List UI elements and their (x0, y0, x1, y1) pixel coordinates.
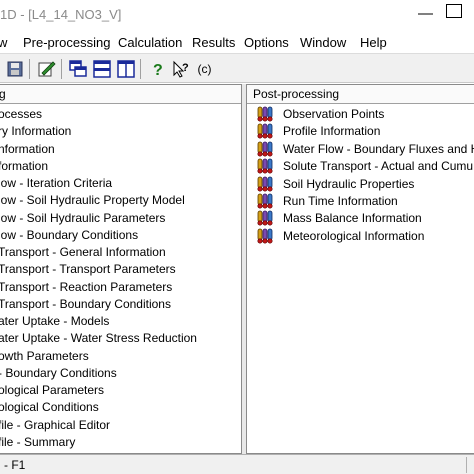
status-bar: - F1 (0, 454, 474, 474)
menu-options[interactable]: Options (244, 35, 289, 50)
pre-processing-item[interactable]: Transport - Reaction Parameters (0, 279, 172, 296)
question-mark-icon: ? (153, 62, 163, 78)
help-button[interactable]: ? (146, 57, 169, 80)
status-separator (466, 457, 467, 473)
pre-processing-item[interactable]: ry Information (0, 123, 71, 140)
post-processing-item[interactable]: Soil Hydraulic Properties (247, 176, 474, 193)
pre-processing-item[interactable]: owth Parameters (0, 348, 89, 365)
post-processing-item-label: Solute Transport - Actual and Cumu (283, 159, 474, 174)
workspace: g ocessesry Informationnformationformati… (0, 84, 474, 454)
post-processing-header: Post-processing (247, 85, 474, 104)
toolbar-separator (140, 59, 141, 79)
post-processing-item[interactable]: Observation Points (247, 106, 474, 123)
svg-text:?: ? (153, 62, 163, 78)
post-processing-item[interactable]: Water Flow - Boundary Fluxes and H (247, 141, 474, 158)
tile-horizontal-icon (92, 59, 111, 78)
post-processing-item-label: Mass Balance Information (283, 211, 422, 226)
thermometer-icon (257, 193, 273, 209)
thermometer-icon (257, 210, 273, 226)
pre-processing-item[interactable]: ocesses (0, 106, 42, 123)
pre-processing-item[interactable]: ater Uptake - Models (0, 313, 109, 330)
post-processing-item[interactable]: Run Time Information (247, 193, 474, 210)
status-text: - F1 (4, 458, 26, 472)
post-processing-item[interactable]: Mass Balance Information (247, 210, 474, 227)
pre-processing-item[interactable]: Transport - General Information (0, 244, 166, 261)
post-processing-pane: Post-processing Observation Points Profil… (246, 84, 474, 454)
post-processing-item-label: Soil Hydraulic Properties (283, 176, 415, 191)
maximize-icon[interactable] (446, 4, 462, 18)
save-icon (7, 61, 22, 76)
post-processing-item[interactable]: Profile Information (247, 123, 474, 140)
svg-text:?: ? (182, 62, 189, 74)
pre-processing-header: g (0, 85, 241, 104)
thermometer-icon (257, 228, 273, 244)
tile-vertical-icon (116, 59, 135, 78)
title-bar: 1D - [L4_14_NO3_V] — (0, 0, 474, 32)
context-help-button[interactable]: ? (169, 57, 192, 80)
post-processing-item[interactable]: Solute Transport - Actual and Cumu (247, 158, 474, 175)
post-processing-item-label: Run Time Information (283, 194, 398, 208)
thermometer-icon (257, 123, 273, 139)
save-button[interactable] (3, 57, 26, 80)
menu-bar: w Pre-processing Calculation Results Opt… (0, 32, 474, 53)
menu-view[interactable]: w (0, 35, 7, 50)
context-help-icon: ? (173, 60, 189, 78)
pre-processing-item[interactable]: low - Boundary Conditions (0, 227, 138, 244)
tile-horizontal-button[interactable] (90, 57, 113, 80)
post-processing-item-label: Profile Information (283, 124, 381, 139)
pre-processing-item[interactable]: ological Parameters (0, 382, 104, 399)
thermometer-icon (257, 141, 273, 157)
edit-button[interactable] (35, 57, 58, 80)
pre-processing-item[interactable]: ological Conditions (0, 399, 99, 416)
pencil-edit-icon (38, 60, 56, 76)
tile-vertical-button[interactable] (114, 57, 137, 80)
pre-processing-item[interactable]: - Boundary Conditions (0, 365, 117, 382)
pre-processing-item[interactable]: Transport - Transport Parameters (0, 261, 176, 278)
thermometer-icon (257, 176, 273, 192)
cascade-windows-icon (68, 59, 87, 77)
cascade-windows-button[interactable] (66, 57, 89, 80)
post-processing-item-label: Water Flow - Boundary Fluxes and H (283, 141, 474, 156)
thermometer-icon (257, 106, 273, 122)
pre-processing-item[interactable]: ater Uptake - Water Stress Reduction (0, 330, 197, 347)
pre-processing-item[interactable]: low - Soil Hydraulic Property Model (0, 192, 185, 209)
pre-processing-item[interactable]: formation (0, 158, 48, 175)
pre-processing-item[interactable]: low - Soil Hydraulic Parameters (0, 210, 165, 227)
menu-pre-processing[interactable]: Pre-processing (23, 35, 110, 50)
pre-processing-pane: g ocessesry Informationnformationformati… (0, 84, 242, 454)
pre-processing-item[interactable]: file - Graphical Editor (0, 417, 110, 434)
window-title: 1D - [L4_14_NO3_V] (0, 7, 122, 22)
menu-results[interactable]: Results (192, 35, 235, 50)
pre-processing-item[interactable]: Transport - Boundary Conditions (0, 296, 171, 313)
post-processing-item-label: Observation Points (283, 107, 385, 121)
menu-window[interactable]: Window (300, 35, 346, 50)
post-processing-item-label: Meteorological Information (283, 228, 425, 243)
pre-processing-item[interactable]: file - Summary (0, 434, 75, 451)
minimize-icon[interactable]: — (418, 5, 433, 22)
post-processing-item[interactable]: Meteorological Information (247, 228, 474, 245)
pre-processing-item[interactable]: nformation (0, 141, 55, 158)
menu-calculation[interactable]: Calculation (118, 35, 182, 50)
about-button[interactable]: (c) (193, 57, 216, 80)
toolbar-separator (29, 59, 30, 79)
pre-processing-item[interactable]: low - Iteration Criteria (0, 175, 112, 192)
menu-help[interactable]: Help (360, 35, 387, 50)
thermometer-icon (257, 158, 273, 174)
toolbar-separator (61, 59, 62, 79)
toolbar: ? ? (c) (0, 53, 474, 83)
